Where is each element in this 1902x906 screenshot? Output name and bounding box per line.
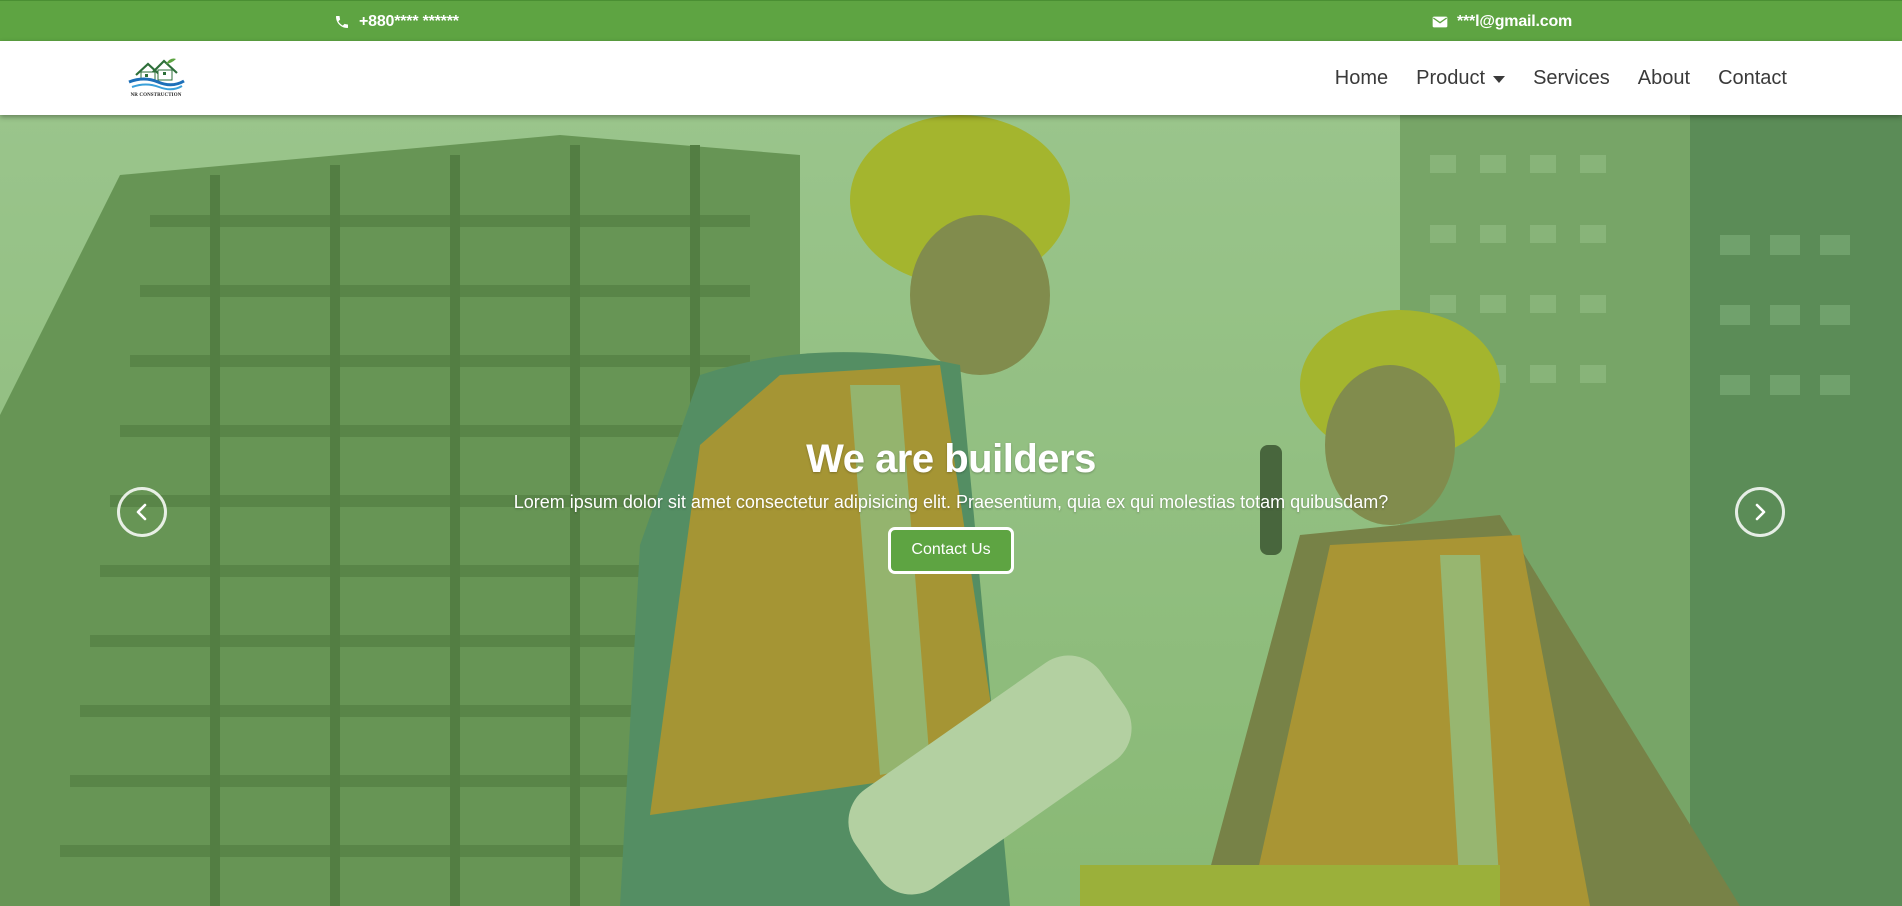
- carousel-prev-button[interactable]: [117, 487, 167, 537]
- hero-subtitle: Lorem ipsum dolor sit amet consectetur a…: [513, 492, 1389, 512]
- nav-item-label: Product: [1416, 66, 1486, 89]
- main-navbar: NR CONSTRUCTION Home Product Services Ab…: [0, 41, 1902, 115]
- carousel-next-button[interactable]: [1735, 487, 1785, 537]
- nav-item-home[interactable]: Home: [1321, 67, 1402, 90]
- topbar-email[interactable]: ***l@gmail.com: [1432, 1, 1572, 42]
- nav-item-contact[interactable]: Contact: [1704, 67, 1787, 90]
- nav-item-label: Contact: [1718, 66, 1787, 89]
- nav-item-label: Services: [1533, 66, 1610, 89]
- nav-item-label: About: [1637, 66, 1691, 89]
- chevron-left-icon: [136, 503, 147, 521]
- nav-item-about[interactable]: About: [1624, 67, 1704, 90]
- topbar-phone[interactable]: +880**** ******: [334, 1, 459, 42]
- email-address: ***l@gmail.com: [1457, 12, 1573, 30]
- phone-number: +880**** ******: [359, 12, 459, 30]
- envelope-icon: [1432, 15, 1448, 29]
- contact-us-button[interactable]: Contact Us: [888, 527, 1014, 574]
- site-logo[interactable]: NR CONSTRUCTION: [126, 55, 186, 101]
- house-logo-icon: [128, 58, 185, 91]
- caret-down-icon: [1493, 75, 1506, 83]
- nav-item-label: Home: [1334, 66, 1389, 89]
- nav-item-product[interactable]: Product: [1402, 67, 1519, 90]
- hero-carousel: We are builders Lorem ipsum dolor sit am…: [0, 115, 1902, 906]
- hero-title: We are builders: [806, 437, 1096, 481]
- phone-icon: [334, 14, 350, 30]
- hero-caption: We are builders Lorem ipsum dolor sit am…: [0, 437, 1902, 574]
- top-contact-bar: +880**** ****** ***l@gmail.com: [0, 0, 1902, 41]
- logo-text: NR CONSTRUCTION: [130, 93, 182, 98]
- chevron-right-icon: [1755, 503, 1766, 521]
- nav-menu: Home Product Services About Contact: [1321, 41, 1787, 115]
- nav-item-services[interactable]: Services: [1519, 67, 1624, 90]
